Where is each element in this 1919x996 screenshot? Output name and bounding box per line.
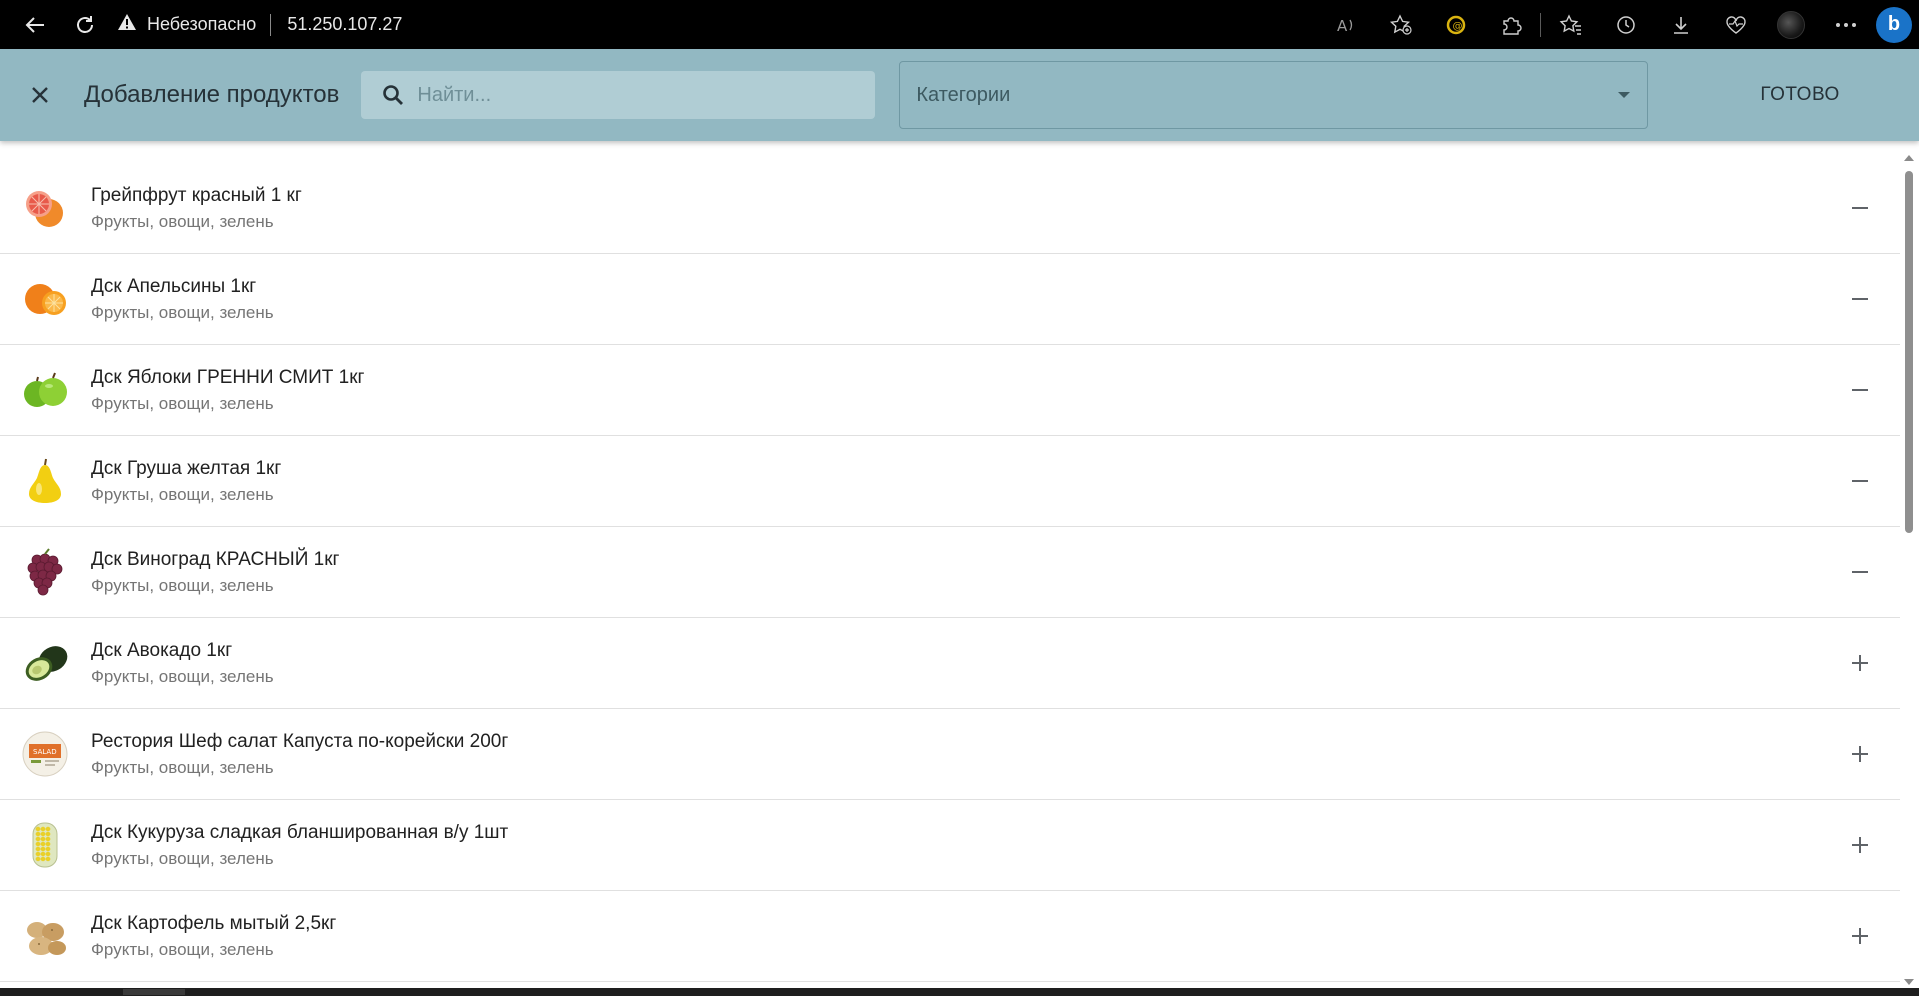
toolbar-divider <box>1540 12 1541 37</box>
product-name: Дск Авокадо 1кг <box>91 639 233 661</box>
product-image-avocado <box>19 637 71 689</box>
product-category: Фрукты, овощи, зелень <box>91 939 274 959</box>
product-texts: Рестория Шеф салат Капуста по-корейски 2… <box>91 729 508 780</box>
product-image-pear <box>19 455 71 507</box>
product-image-grapes <box>19 546 71 598</box>
product-texts: Дск Авокадо 1кг Фрукты, овощи, зелень <box>91 638 274 689</box>
add-icon[interactable] <box>1840 734 1880 774</box>
product-name: Дск Виноград КРАСНЫЙ 1кг <box>91 548 340 570</box>
remove-icon[interactable] <box>1840 552 1880 592</box>
product-texts: Дск Виноград КРАСНЫЙ 1кг Фрукты, овощи, … <box>91 547 339 598</box>
back-icon[interactable] <box>15 5 55 45</box>
remove-icon[interactable] <box>1840 461 1880 501</box>
product-texts: Дск Груша желтая 1кг Фрукты, овощи, зеле… <box>91 456 281 507</box>
product-category: Фрукты, овощи, зелень <box>91 666 274 686</box>
address-bar[interactable]: Небезопасно 51.250.107.27 <box>117 13 402 36</box>
product-row[interactable]: Грейпфрут красный 1 кг Фрукты, овощи, зе… <box>0 163 1900 254</box>
product-name: Дск Кукуруза сладкая бланшированная в/у … <box>91 821 509 843</box>
reload-icon[interactable] <box>65 5 105 45</box>
scroll-down-icon[interactable] <box>1904 979 1914 985</box>
product-texts: Дск Картофель мытый 2,5кг Фрукты, овощи,… <box>91 911 336 962</box>
address-separator <box>270 13 272 36</box>
product-category: Фрукты, овощи, зелень <box>91 848 274 868</box>
done-button[interactable]: ГОТОВО <box>1748 76 1851 114</box>
product-row[interactable]: Дск Апельсины 1кг Фрукты, овощи, зелень <box>0 254 1900 345</box>
add-icon[interactable] <box>1840 643 1880 683</box>
read-aloud-icon[interactable]: A <box>1318 0 1373 49</box>
product-image-salad-pack: SALAD <box>19 728 71 780</box>
product-name: Грейпфрут красный 1 кг <box>91 184 302 206</box>
product-image-orange <box>19 273 71 325</box>
horizontal-scrollbar-thumb[interactable] <box>123 989 185 995</box>
scrollbar-thumb[interactable] <box>1905 171 1913 533</box>
page-title: Добавление продуктов <box>84 81 340 108</box>
browser-actions: A @ b <box>1318 0 1919 49</box>
product-texts: Грейпфрут красный 1 кг Фрукты, овощи, зе… <box>91 183 302 234</box>
horizontal-scrollbar[interactable] <box>0 988 1919 996</box>
remove-icon[interactable] <box>1840 370 1880 410</box>
categories-label: Категории <box>916 83 1011 106</box>
product-category: Фрукты, овощи, зелень <box>91 484 274 504</box>
product-category: Фрукты, овощи, зелень <box>91 575 274 595</box>
product-image-grapefruit <box>19 182 71 234</box>
add-icon[interactable] <box>1840 825 1880 865</box>
categories-select[interactable]: Категории <box>899 61 1649 129</box>
product-row[interactable]: Дск Яблоки ГРЕННИ СМИТ 1кг Фрукты, овощи… <box>0 345 1900 436</box>
warning-icon <box>117 13 137 36</box>
product-row[interactable]: SALAD Рестория Шеф салат Капуста по-коре… <box>0 709 1900 800</box>
product-name: Дск Апельсины 1кг <box>91 275 257 297</box>
close-icon[interactable] <box>20 75 60 115</box>
more-icon[interactable] <box>1818 0 1873 49</box>
product-row[interactable]: Дск Виноград КРАСНЫЙ 1кг Фрукты, овощи, … <box>0 527 1900 618</box>
search-icon <box>381 83 405 107</box>
product-image-potato <box>19 910 71 962</box>
coin-icon[interactable]: @ <box>1428 0 1483 49</box>
product-list: Грейпфрут красный 1 кг Фрукты, овощи, зе… <box>0 141 1900 988</box>
history-icon[interactable] <box>1598 0 1653 49</box>
product-category: Фрукты, овощи, зелень <box>91 211 274 231</box>
product-row[interactable]: Дск Картофель мытый 2,5кг Фрукты, овощи,… <box>0 891 1900 982</box>
product-texts: Дск Апельсины 1кг Фрукты, овощи, зелень <box>91 274 274 325</box>
app-header: Добавление продуктов Категории ГОТОВО <box>0 49 1919 141</box>
product-name: Рестория Шеф салат Капуста по-корейски 2… <box>91 730 509 752</box>
product-texts: Дск Кукуруза сладкая бланшированная в/у … <box>91 820 508 871</box>
product-image-green-apple <box>19 364 71 416</box>
bing-icon[interactable]: b <box>1873 0 1919 49</box>
product-name: Дск Яблоки ГРЕННИ СМИТ 1кг <box>91 366 365 388</box>
product-category: Фрукты, овощи, зелень <box>91 393 274 413</box>
add-icon[interactable] <box>1840 916 1880 956</box>
product-row[interactable]: Дск Авокадо 1кг Фрукты, овощи, зелень <box>0 618 1900 709</box>
search-field[interactable] <box>361 71 876 119</box>
product-category: Фрукты, овощи, зелень <box>91 302 274 322</box>
product-category: Фрукты, овощи, зелень <box>91 757 274 777</box>
svg-text:A: A <box>1337 17 1348 35</box>
add-favorite-icon[interactable] <box>1373 0 1428 49</box>
profile-icon[interactable] <box>1763 0 1818 49</box>
downloads-icon[interactable] <box>1653 0 1708 49</box>
product-image-corn <box>19 819 71 871</box>
scrollbar[interactable] <box>1902 151 1916 987</box>
remove-icon[interactable] <box>1840 188 1880 228</box>
search-input[interactable] <box>417 83 838 107</box>
product-name: Дск Картофель мытый 2,5кг <box>91 912 337 934</box>
dropdown-arrow-icon <box>1617 86 1631 104</box>
scroll-up-icon[interactable] <box>1904 155 1914 161</box>
health-icon[interactable] <box>1708 0 1763 49</box>
extensions-icon[interactable] <box>1483 0 1538 49</box>
security-status[interactable]: Небезопасно <box>147 14 256 35</box>
remove-icon[interactable] <box>1840 279 1880 319</box>
svg-text:@: @ <box>1452 21 1462 32</box>
favorites-icon[interactable] <box>1543 0 1598 49</box>
browser-toolbar: Небезопасно 51.250.107.27 A @ b <box>0 0 1919 49</box>
svg-text:SALAD: SALAD <box>33 748 57 756</box>
product-row[interactable]: Дск Кукуруза сладкая бланшированная в/у … <box>0 800 1900 891</box>
product-row[interactable]: Дск Груша желтая 1кг Фрукты, овощи, зеле… <box>0 436 1900 527</box>
product-name: Дск Груша желтая 1кг <box>91 457 282 479</box>
product-texts: Дск Яблоки ГРЕННИ СМИТ 1кг Фрукты, овощи… <box>91 365 364 416</box>
url-text[interactable]: 51.250.107.27 <box>287 14 402 35</box>
